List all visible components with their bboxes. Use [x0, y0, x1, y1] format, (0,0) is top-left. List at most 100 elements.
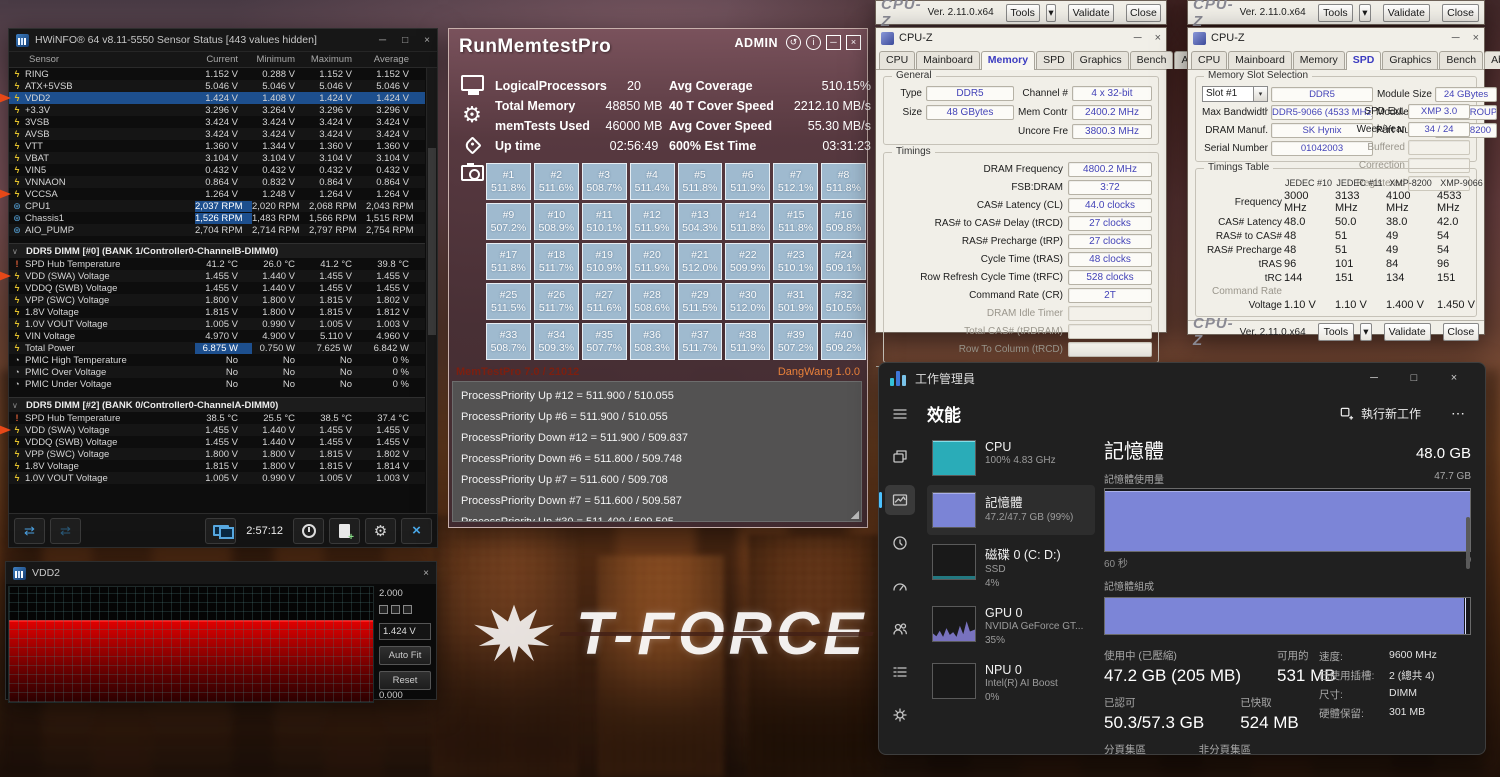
memtest-instance-cell[interactable]: #9 507.2% — [486, 203, 531, 240]
column-header-current[interactable]: Current — [195, 54, 252, 65]
minimize-button[interactable]: ─ — [379, 35, 386, 46]
sensor-section-header[interactable]: DDR5 DIMM [#0] (BANK 1/Controller0-Chann… — [9, 243, 425, 258]
sensor-row[interactable]: VPP (SWC) Voltage 1.800 V 1.800 V 1.815 … — [9, 448, 425, 460]
memtest-instance-cell[interactable]: #28 508.6% — [629, 283, 675, 320]
checkbox[interactable] — [391, 605, 400, 614]
users-icon[interactable] — [885, 614, 915, 644]
close-button[interactable]: Close — [1442, 323, 1480, 341]
memtest-instance-cell[interactable]: #40 509.2% — [821, 323, 866, 360]
memtest-instance-cell[interactable]: #17 511.8% — [486, 243, 531, 280]
sensor-row[interactable]: VCCSA 1.264 V 1.248 V 1.264 V 1.264 V — [0, 188, 425, 200]
cpuz-tab[interactable]: Memory — [980, 51, 1036, 70]
reset-button[interactable]: Reset — [379, 671, 431, 690]
sensor-row[interactable]: VTT 1.360 V 1.344 V 1.360 V 1.360 V — [9, 140, 425, 152]
run-new-task-button[interactable]: 執行新工作 — [1331, 400, 1429, 427]
minimize-button[interactable]: ─ — [1134, 32, 1142, 44]
memtest-instance-cell[interactable]: #1 511.8% — [486, 163, 531, 200]
sensor-row[interactable]: VDD (SWA) Voltage 1.455 V 1.440 V 1.455 … — [0, 424, 425, 436]
cpuz-tab[interactable]: Bench — [1439, 51, 1484, 69]
memtest-instance-cell[interactable]: #34 509.3% — [533, 323, 579, 360]
memtest-instance-cell[interactable]: #5 511.8% — [677, 163, 723, 200]
sensor-row[interactable]: SPD Hub Temperature 41.2 °C 26.0 °C 41.2… — [9, 258, 425, 270]
sensor-row[interactable]: 1.0V VOUT Voltage 1.005 V 0.990 V 1.005 … — [9, 472, 425, 484]
resource-list-item[interactable]: 記憶體 47.2/47.7 GB (99%) — [927, 485, 1095, 535]
sensor-row[interactable]: VIN Voltage 4.970 V 4.900 V 5.110 V 4.96… — [9, 330, 425, 342]
slot-dropdown[interactable]: Slot #1 ▾ — [1202, 86, 1268, 102]
memtest-instance-cell[interactable]: #3 508.7% — [581, 163, 627, 200]
sensor-row[interactable]: VBAT 3.104 V 3.104 V 3.104 V 3.104 V — [9, 152, 425, 164]
remote-monitor-button[interactable] — [205, 517, 237, 544]
cpuz-tab[interactable]: Mainboard — [1228, 51, 1292, 69]
memtest-instance-cell[interactable]: #18 511.7% — [533, 243, 579, 280]
memtest-instance-cell[interactable]: #37 511.7% — [677, 323, 723, 360]
close-sensors-button[interactable]: × — [401, 517, 432, 544]
memtest-instance-cell[interactable]: #27 511.6% — [581, 283, 627, 320]
cpuz-tab[interactable]: CPU — [1191, 51, 1228, 69]
sensor-row[interactable]: VDD (SWA) Voltage 1.455 V 1.440 V 1.455 … — [0, 270, 425, 282]
minimize-button[interactable]: ─ — [1354, 363, 1394, 393]
tools-button[interactable]: Tools — [1317, 3, 1354, 22]
memtest-instance-cell[interactable]: #22 509.9% — [725, 243, 771, 280]
camera-icon[interactable] — [460, 163, 484, 181]
validate-button[interactable]: Validate — [1068, 3, 1114, 22]
column-header-maximum[interactable]: Maximum — [309, 54, 366, 65]
tools-dropdown-icon[interactable]: ▾ — [1359, 3, 1371, 22]
memtest-instance-cell[interactable]: #7 512.1% — [773, 163, 819, 200]
resource-list-item[interactable]: NPU 0 Intel(R) AI Boost 0% — [927, 656, 1095, 711]
resource-list-item[interactable]: CPU 100% 4.83 GHz — [927, 433, 1095, 483]
cpuz-tab[interactable]: SPD — [1036, 51, 1072, 69]
processes-icon[interactable] — [885, 442, 915, 472]
settings-button[interactable]: ⚙ — [365, 517, 396, 544]
sensor-row[interactable]: PMIC Under Voltage No No No 0 % — [9, 378, 425, 390]
sensor-row[interactable]: VDDQ (SWB) Voltage 1.455 V 1.440 V 1.455… — [9, 282, 425, 294]
close-button[interactable]: × — [1155, 32, 1161, 44]
close-button[interactable]: × — [1473, 32, 1479, 44]
clock-button[interactable] — [293, 517, 324, 544]
sensor-row[interactable]: SPD Hub Temperature 38.5 °C 25.5 °C 38.5… — [9, 412, 425, 424]
sensor-row[interactable]: 3VSB 3.424 V 3.424 V 3.424 V 3.424 V — [9, 116, 425, 128]
close-button[interactable]: × — [846, 35, 861, 50]
memtest-instance-cell[interactable]: #38 511.9% — [725, 323, 771, 360]
column-header-sensor[interactable]: Sensor — [9, 54, 195, 65]
gear-icon[interactable]: ⚙ — [462, 104, 482, 126]
sensor-row[interactable]: Chassis1 1,526 RPM 1,483 RPM 1,566 RPM 1… — [9, 212, 425, 224]
memtest-instance-cell[interactable]: #2 511.6% — [533, 163, 579, 200]
checkbox[interactable] — [403, 605, 412, 614]
memtest-instance-cell[interactable]: #31 501.9% — [773, 283, 819, 320]
sensor-row[interactable]: AVSB 3.424 V 3.424 V 3.424 V 3.424 V — [9, 128, 425, 140]
close-button[interactable]: Close — [1125, 3, 1161, 22]
sensor-row[interactable]: VIN5 0.432 V 0.432 V 0.432 V 0.432 V — [9, 164, 425, 176]
performance-icon[interactable] — [879, 485, 915, 515]
nav-back-forward-button[interactable]: ⇄ — [14, 517, 45, 544]
close-button[interactable]: × — [1434, 363, 1474, 393]
memtest-instance-cell[interactable]: #29 511.5% — [677, 283, 723, 320]
tag-icon[interactable] — [462, 136, 482, 155]
memtest-instance-cell[interactable]: #23 510.1% — [773, 243, 819, 280]
sensor-row[interactable]: VDD2 1.424 V 1.408 V 1.424 V 1.424 V — [0, 92, 425, 104]
column-header-minimum[interactable]: Minimum — [252, 54, 309, 65]
cpuz-tab[interactable]: CPU — [879, 51, 916, 69]
cpuz-tab[interactable]: About — [1484, 51, 1500, 69]
maximize-button[interactable]: □ — [402, 35, 408, 46]
memtest-instance-cell[interactable]: #12 511.9% — [629, 203, 675, 240]
sensor-row[interactable]: PMIC Over Voltage No No No 0 % — [9, 366, 425, 378]
tools-button[interactable]: Tools — [1005, 3, 1040, 22]
cpuz-titlebar[interactable]: CPU-Z ─ × — [1188, 28, 1484, 48]
maximize-button[interactable]: □ — [1394, 363, 1434, 393]
memtest-instance-cell[interactable]: #13 504.3% — [677, 203, 723, 240]
hwinfo-titlebar[interactable]: HWiNFO® 64 v8.11-5550 Sensor Status [443… — [9, 29, 437, 51]
vdd2-titlebar[interactable]: VDD2 × — [6, 562, 436, 584]
close-button[interactable]: × — [423, 568, 429, 579]
memtest-instance-cell[interactable]: #21 512.0% — [677, 243, 723, 280]
sensor-row[interactable]: Total Power 6.875 W 0.750 W 7.625 W 6.84… — [9, 342, 425, 354]
startup-apps-icon[interactable] — [885, 571, 915, 601]
scrollbar[interactable] — [426, 68, 437, 513]
cpuz-tab[interactable]: Graphics — [1382, 51, 1439, 69]
memtest-instance-cell[interactable]: #14 511.8% — [725, 203, 771, 240]
memtest-instance-cell[interactable]: #10 508.9% — [533, 203, 579, 240]
memtest-instance-cell[interactable]: #30 512.0% — [725, 283, 771, 320]
nav-back-forward-button-disabled[interactable]: ⇄ — [50, 517, 81, 544]
scrollbar-thumb[interactable] — [428, 148, 436, 335]
history-icon[interactable]: ↺ — [786, 35, 801, 50]
scrollbar-thumb[interactable] — [1466, 517, 1470, 569]
